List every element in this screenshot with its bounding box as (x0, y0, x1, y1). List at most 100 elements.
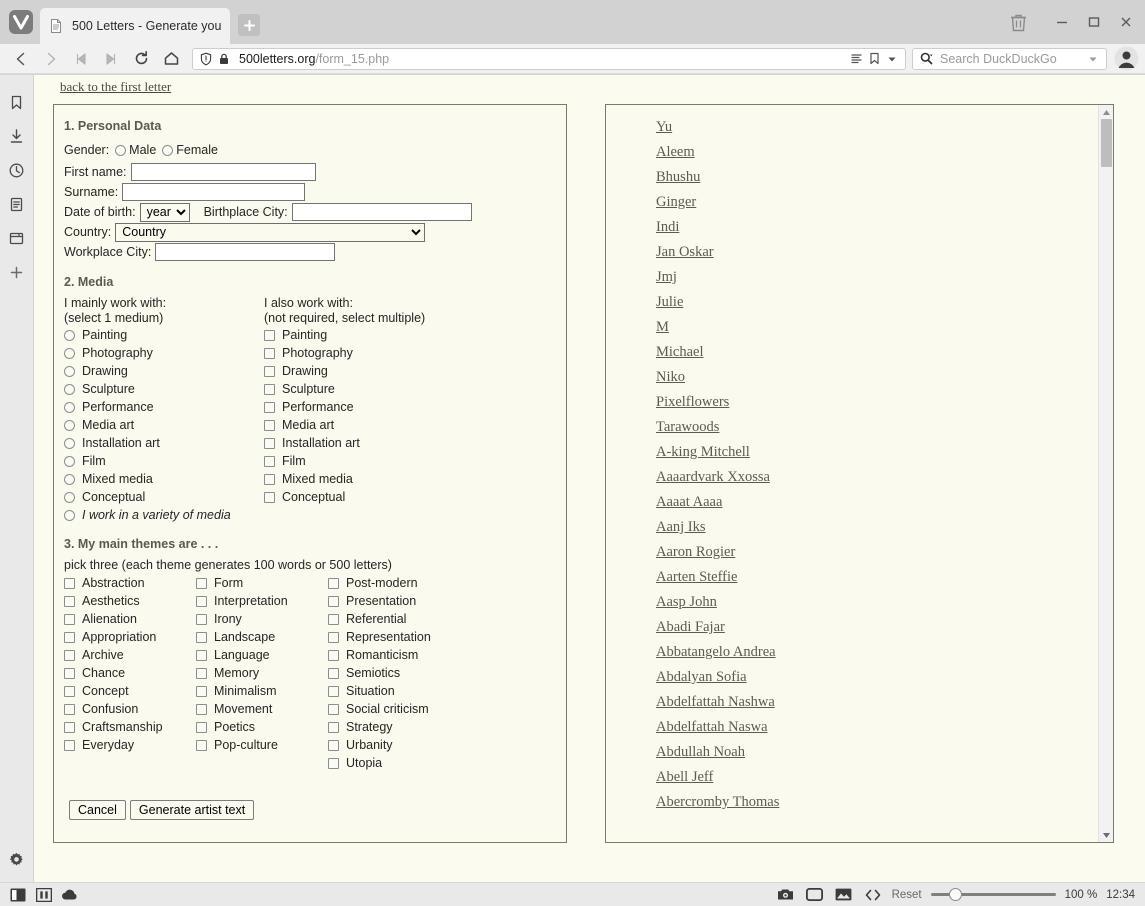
theme-col3-checkbox-7[interactable] (328, 703, 339, 715)
sidebar-item-history[interactable] (0, 153, 34, 187)
theme-col3-checkbox-10[interactable] (328, 757, 339, 769)
minimize-button[interactable] (1047, 9, 1077, 35)
theme-col1-checkbox-5[interactable] (64, 667, 75, 679)
generate-artist-text-button[interactable]: Generate artist text (129, 800, 255, 820)
sidebar-item-downloads[interactable] (0, 119, 34, 153)
theme-col2-option[interactable]: Landscape (196, 628, 328, 646)
media-also-option[interactable]: Painting (264, 326, 464, 344)
theme-col1-checkbox-4[interactable] (64, 649, 75, 661)
theme-col3-option[interactable]: Presentation (328, 592, 478, 610)
theme-col1-checkbox-7[interactable] (64, 703, 75, 715)
shield-icon[interactable] (197, 50, 215, 68)
media-also-option[interactable]: Photography (264, 344, 464, 362)
cancel-button[interactable]: Cancel (69, 800, 126, 820)
theme-col3-option[interactable]: Utopia (328, 754, 478, 772)
theme-col1-checkbox-8[interactable] (64, 721, 75, 733)
media-main-option[interactable]: Drawing (64, 362, 264, 380)
artist-name-link[interactable]: Abadi Fajar (656, 615, 725, 640)
media-also-checkbox-3[interactable] (264, 383, 275, 395)
theme-col2-checkbox-7[interactable] (196, 703, 207, 715)
surname-input[interactable] (122, 183, 306, 201)
artist-name-link[interactable]: A-king Mitchell (656, 440, 750, 465)
theme-col1-option[interactable]: Concept (64, 682, 196, 700)
country-select[interactable]: Country (115, 222, 426, 242)
theme-col2-option[interactable]: Irony (196, 610, 328, 628)
tiling-icon[interactable] (34, 885, 54, 905)
media-main-radio-5[interactable] (64, 419, 75, 431)
media-main-radio-variety[interactable] (64, 509, 75, 521)
theme-col3-option[interactable]: Post-modern (328, 574, 478, 592)
theme-col1-checkbox-1[interactable] (64, 595, 75, 607)
theme-col3-option[interactable]: Romanticism (328, 646, 478, 664)
artist-name-link[interactable]: Yu (656, 115, 672, 140)
theme-col3-option[interactable]: Representation (328, 628, 478, 646)
media-also-option[interactable]: Installation art (264, 434, 464, 452)
theme-col3-checkbox-2[interactable] (328, 613, 339, 625)
gender-option-female[interactable]: Female (162, 143, 218, 157)
artist-name-link[interactable]: Abercromby Thomas (656, 790, 779, 815)
camera-icon[interactable] (776, 885, 796, 905)
theme-col3-option[interactable]: Semiotics (328, 664, 478, 682)
media-main-option[interactable]: Media art (64, 416, 264, 434)
theme-col2-option[interactable]: Movement (196, 700, 328, 718)
theme-col2-checkbox-5[interactable] (196, 667, 207, 679)
theme-col1-option[interactable]: Craftsmanship (64, 718, 196, 736)
theme-col1-option[interactable]: Aesthetics (64, 592, 196, 610)
artist-name-link[interactable]: Abdullah Noah (656, 740, 745, 765)
media-main-radio-8[interactable] (64, 473, 75, 485)
theme-col1-option[interactable]: Alienation (64, 610, 196, 628)
media-main-option[interactable]: Painting (64, 326, 264, 344)
media-also-option[interactable]: Film (264, 452, 464, 470)
media-also-checkbox-7[interactable] (264, 455, 275, 467)
back-icon[interactable] (6, 46, 36, 72)
theme-col1-checkbox-2[interactable] (64, 613, 75, 625)
theme-col3-option[interactable]: Social criticism (328, 700, 478, 718)
artist-name-link[interactable]: Ginger (656, 190, 696, 215)
theme-col1-option[interactable]: Abstraction (64, 574, 196, 592)
media-main-radio-0[interactable] (64, 329, 75, 341)
first-name-input[interactable] (130, 163, 316, 181)
zoom-reset-button[interactable]: Reset (892, 889, 922, 901)
theme-col2-option[interactable]: Pop-culture (196, 736, 328, 754)
theme-col1-option[interactable]: Archive (64, 646, 196, 664)
theme-col1-checkbox-3[interactable] (64, 631, 75, 643)
theme-col1-option[interactable]: Confusion (64, 700, 196, 718)
media-main-option[interactable]: Performance (64, 398, 264, 416)
sidebar-item-bookmarks[interactable] (0, 85, 34, 119)
dob-year-select[interactable]: year (139, 202, 190, 222)
artist-name-link[interactable]: Pixelflowers (656, 390, 729, 415)
chevron-down-icon[interactable] (883, 50, 901, 68)
media-also-option[interactable]: Sculpture (264, 380, 464, 398)
theme-col1-checkbox-6[interactable] (64, 685, 75, 697)
artist-name-link[interactable]: Niko (656, 365, 685, 390)
fastforward-icon[interactable] (96, 46, 126, 72)
theme-col2-checkbox-0[interactable] (196, 577, 207, 589)
trash-icon[interactable] (1001, 7, 1035, 37)
lock-icon[interactable] (215, 50, 233, 68)
media-main-option[interactable]: Conceptual (64, 488, 264, 506)
theme-col3-option[interactable]: Urbanity (328, 736, 478, 754)
theme-col3-checkbox-1[interactable] (328, 595, 339, 607)
profile-avatar-icon[interactable] (1113, 46, 1139, 72)
media-also-checkbox-6[interactable] (264, 437, 275, 449)
gender-radio-female[interactable] (162, 144, 174, 156)
theme-col3-checkbox-0[interactable] (328, 577, 339, 589)
artist-name-link[interactable]: Abdelfattah Nashwa (656, 690, 775, 715)
theme-col2-option[interactable]: Interpretation (196, 592, 328, 610)
artist-name-link[interactable]: Abell Jeff (656, 765, 713, 790)
theme-col2-checkbox-4[interactable] (196, 649, 207, 661)
theme-col3-checkbox-9[interactable] (328, 739, 339, 751)
theme-col3-checkbox-8[interactable] (328, 721, 339, 733)
media-also-checkbox-5[interactable] (264, 419, 275, 431)
artist-name-link[interactable]: Aanj Iks (656, 515, 706, 540)
artist-name-link[interactable]: Michael (656, 340, 704, 365)
gender-option-male[interactable]: Male (115, 143, 156, 157)
rectangle-icon[interactable] (805, 885, 825, 905)
media-also-checkbox-9[interactable] (264, 491, 275, 503)
theme-col3-checkbox-3[interactable] (328, 631, 339, 643)
scroll-up-icon[interactable] (1099, 105, 1113, 119)
artist-name-link[interactable]: Aarten Steffie (656, 565, 737, 590)
theme-col2-option[interactable]: Form (196, 574, 328, 592)
media-main-option-variety[interactable]: I work in a variety of media (64, 506, 264, 524)
artist-name-link[interactable]: Indi (656, 215, 679, 240)
